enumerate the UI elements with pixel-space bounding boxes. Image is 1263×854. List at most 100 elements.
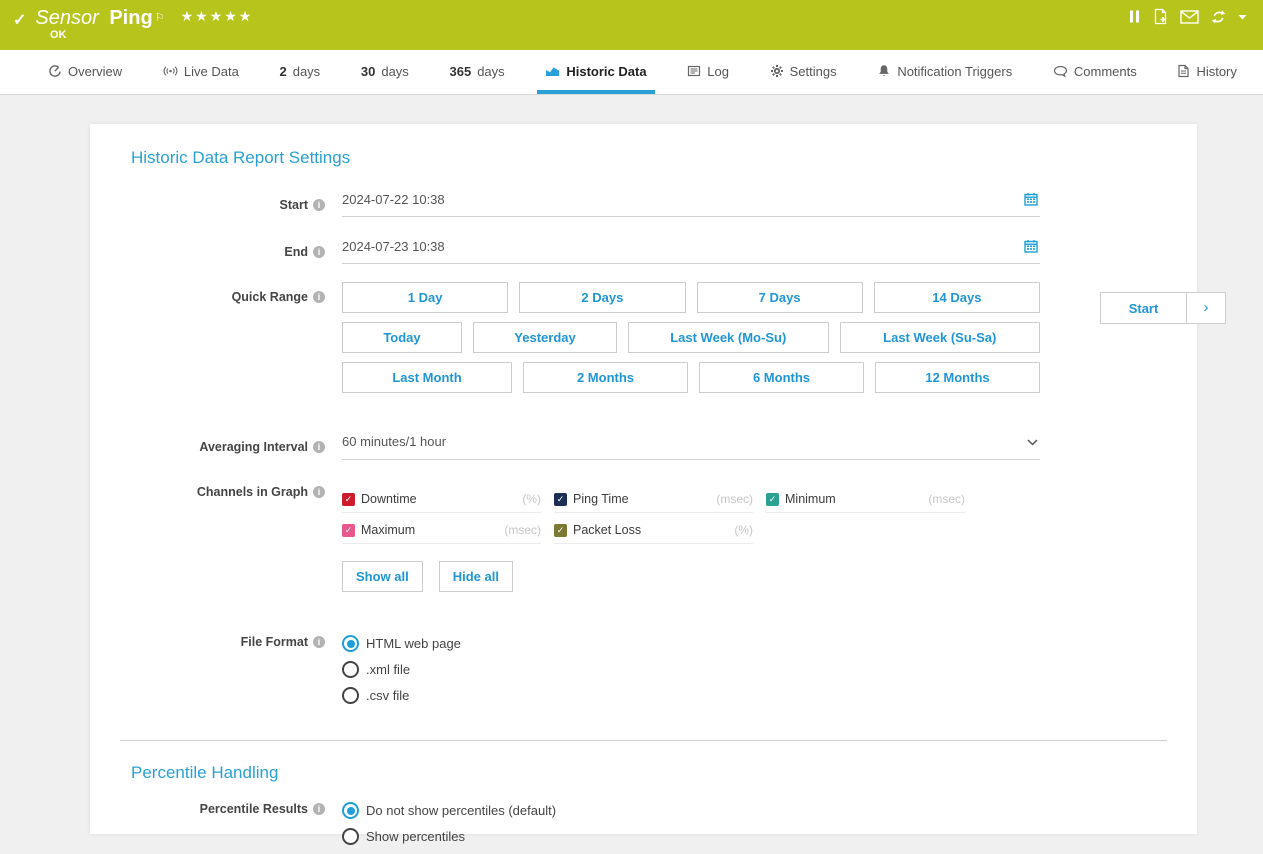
quick-range-last-month-button[interactable]: Last Month: [342, 362, 512, 393]
file-format-label: File Format: [241, 635, 308, 649]
tab-label: Settings: [790, 64, 837, 79]
start-date-row: Start i 2024-07-22 10:38: [90, 192, 1197, 217]
tab-live-data[interactable]: Live Data: [155, 50, 247, 94]
percentile-show-option[interactable]: Show percentiles: [342, 828, 1040, 845]
tab-label: Historic Data: [566, 64, 646, 79]
quick-range-12-months-button[interactable]: 12 Months: [875, 362, 1040, 393]
radio-label: Do not show percentiles (default): [366, 803, 556, 818]
quick-range-today-button[interactable]: Today: [342, 322, 462, 353]
channel-ping-time[interactable]: Ping Time (msec): [554, 492, 753, 513]
tab-history[interactable]: History: [1169, 50, 1244, 94]
radio-icon[interactable]: [342, 828, 359, 845]
start-report-panel: Start ›: [1100, 292, 1226, 324]
tab-label-number: 30: [361, 64, 375, 79]
quick-range-row: Quick Range i 1 Day 2 Days 7 Days 14 Day…: [90, 282, 1197, 402]
quick-range-1-day-button[interactable]: 1 Day: [342, 282, 508, 313]
chevron-down-icon: [1027, 434, 1038, 449]
area-chart-icon: [545, 64, 560, 78]
sensor-tab-bar: Overview Live Data 2 days 30 days 365 da…: [0, 50, 1263, 95]
history-doc-icon: [1177, 64, 1190, 78]
show-all-button[interactable]: Show all: [342, 561, 423, 592]
start-date-value: 2024-07-22 10:38: [342, 192, 445, 207]
tab-30-days[interactable]: 30 days: [353, 50, 417, 94]
gauge-icon: [48, 64, 62, 78]
priority-stars[interactable]: ★★★★★: [181, 8, 254, 25]
tab-label-number: 2: [279, 64, 286, 79]
file-format-html-option[interactable]: HTML web page: [342, 635, 1040, 652]
flag-icon[interactable]: ⚐: [155, 12, 165, 24]
comment-bubble-icon: [1053, 65, 1068, 78]
refresh-icon[interactable]: [1210, 9, 1227, 25]
file-format-csv-option[interactable]: .csv file: [342, 687, 1040, 704]
tab-label: Live Data: [184, 64, 239, 79]
report-icon[interactable]: [1152, 8, 1169, 25]
quick-range-2-months-button[interactable]: 2 Months: [523, 362, 688, 393]
channel-name: Maximum: [361, 523, 415, 537]
percentile-results-label-group: Percentile Results i: [90, 802, 325, 816]
channel-maximum[interactable]: Maximum (msec): [342, 523, 541, 544]
info-icon[interactable]: i: [313, 803, 325, 815]
sensor-type-label: Sensor: [35, 7, 98, 29]
tab-historic-data[interactable]: Historic Data: [537, 50, 654, 94]
channel-name: Packet Loss: [573, 523, 641, 537]
radio-icon[interactable]: [342, 687, 359, 704]
quick-range-7-days-button[interactable]: 7 Days: [697, 282, 863, 313]
file-format-xml-option[interactable]: .xml file: [342, 661, 1040, 678]
radio-selected-icon[interactable]: [342, 802, 359, 819]
tab-2-days[interactable]: 2 days: [271, 50, 328, 94]
channel-checkbox-1[interactable]: [554, 493, 567, 506]
quick-range-last-week-su-sa-button[interactable]: Last Week (Su-Sa): [840, 322, 1041, 353]
live-signal-icon: [163, 64, 178, 78]
channels-label: Channels in Graph: [197, 485, 308, 499]
end-date-input[interactable]: 2024-07-23 10:38: [342, 239, 1040, 264]
channel-unit: (msec): [504, 523, 541, 537]
hide-all-button[interactable]: Hide all: [439, 561, 513, 592]
radio-selected-icon[interactable]: [342, 635, 359, 652]
radio-icon[interactable]: [342, 661, 359, 678]
radio-label: .csv file: [366, 688, 409, 703]
quick-range-yesterday-button[interactable]: Yesterday: [473, 322, 617, 353]
tab-notification-triggers[interactable]: Notification Triggers: [869, 50, 1020, 94]
percentile-hide-option[interactable]: Do not show percentiles (default): [342, 802, 1040, 819]
channel-downtime[interactable]: Downtime (%): [342, 492, 541, 513]
info-icon[interactable]: i: [313, 486, 325, 498]
status-badge: OK: [50, 29, 67, 41]
info-icon[interactable]: i: [313, 441, 325, 453]
channel-checkbox-3[interactable]: [342, 524, 355, 537]
sensor-header: ✓ Sensor Ping⚐ ★★★★★ OK: [0, 0, 1263, 50]
tab-log[interactable]: Log: [679, 50, 737, 94]
calendar-icon[interactable]: [1024, 192, 1038, 209]
info-icon[interactable]: i: [313, 636, 325, 648]
quick-range-last-week-mo-su-button[interactable]: Last Week (Mo-Su): [628, 322, 829, 353]
calendar-icon[interactable]: [1024, 239, 1038, 256]
section-title-percentile: Percentile Handling: [90, 741, 1197, 783]
refresh-menu-caret-icon[interactable]: [1238, 14, 1247, 20]
pause-icon[interactable]: [1128, 9, 1141, 24]
info-icon[interactable]: i: [313, 291, 325, 303]
channel-unit: (%): [522, 492, 541, 506]
channel-minimum[interactable]: Minimum (msec): [766, 492, 965, 513]
start-date-input[interactable]: 2024-07-22 10:38: [342, 192, 1040, 217]
sensor-title-group: ✓ Sensor Ping⚐ ★★★★★: [13, 5, 253, 31]
tab-comments[interactable]: Comments: [1045, 50, 1145, 94]
mail-icon[interactable]: [1180, 10, 1199, 24]
tab-settings[interactable]: Settings: [762, 50, 845, 94]
channel-checkbox-0[interactable]: [342, 493, 355, 506]
quick-range-6-months-button[interactable]: 6 Months: [699, 362, 864, 393]
tab-overview[interactable]: Overview: [40, 50, 130, 94]
channel-checkbox-4[interactable]: [554, 524, 567, 537]
tab-365-days[interactable]: 365 days: [442, 50, 513, 94]
radio-label: .xml file: [366, 662, 410, 677]
info-icon[interactable]: i: [313, 246, 325, 258]
channel-unit: (%): [734, 523, 753, 537]
channel-checkbox-2[interactable]: [766, 493, 779, 506]
channel-packet-loss[interactable]: Packet Loss (%): [554, 523, 753, 544]
start-report-button[interactable]: Start: [1100, 292, 1187, 324]
sensor-name: Ping: [109, 7, 152, 29]
info-icon[interactable]: i: [313, 199, 325, 211]
status-ok-check-icon: ✓: [13, 10, 26, 30]
averaging-interval-select[interactable]: 60 minutes/1 hour: [342, 434, 1040, 460]
start-options-chevron-button[interactable]: ›: [1186, 292, 1226, 324]
quick-range-14-days-button[interactable]: 14 Days: [874, 282, 1040, 313]
quick-range-2-days-button[interactable]: 2 Days: [519, 282, 685, 313]
